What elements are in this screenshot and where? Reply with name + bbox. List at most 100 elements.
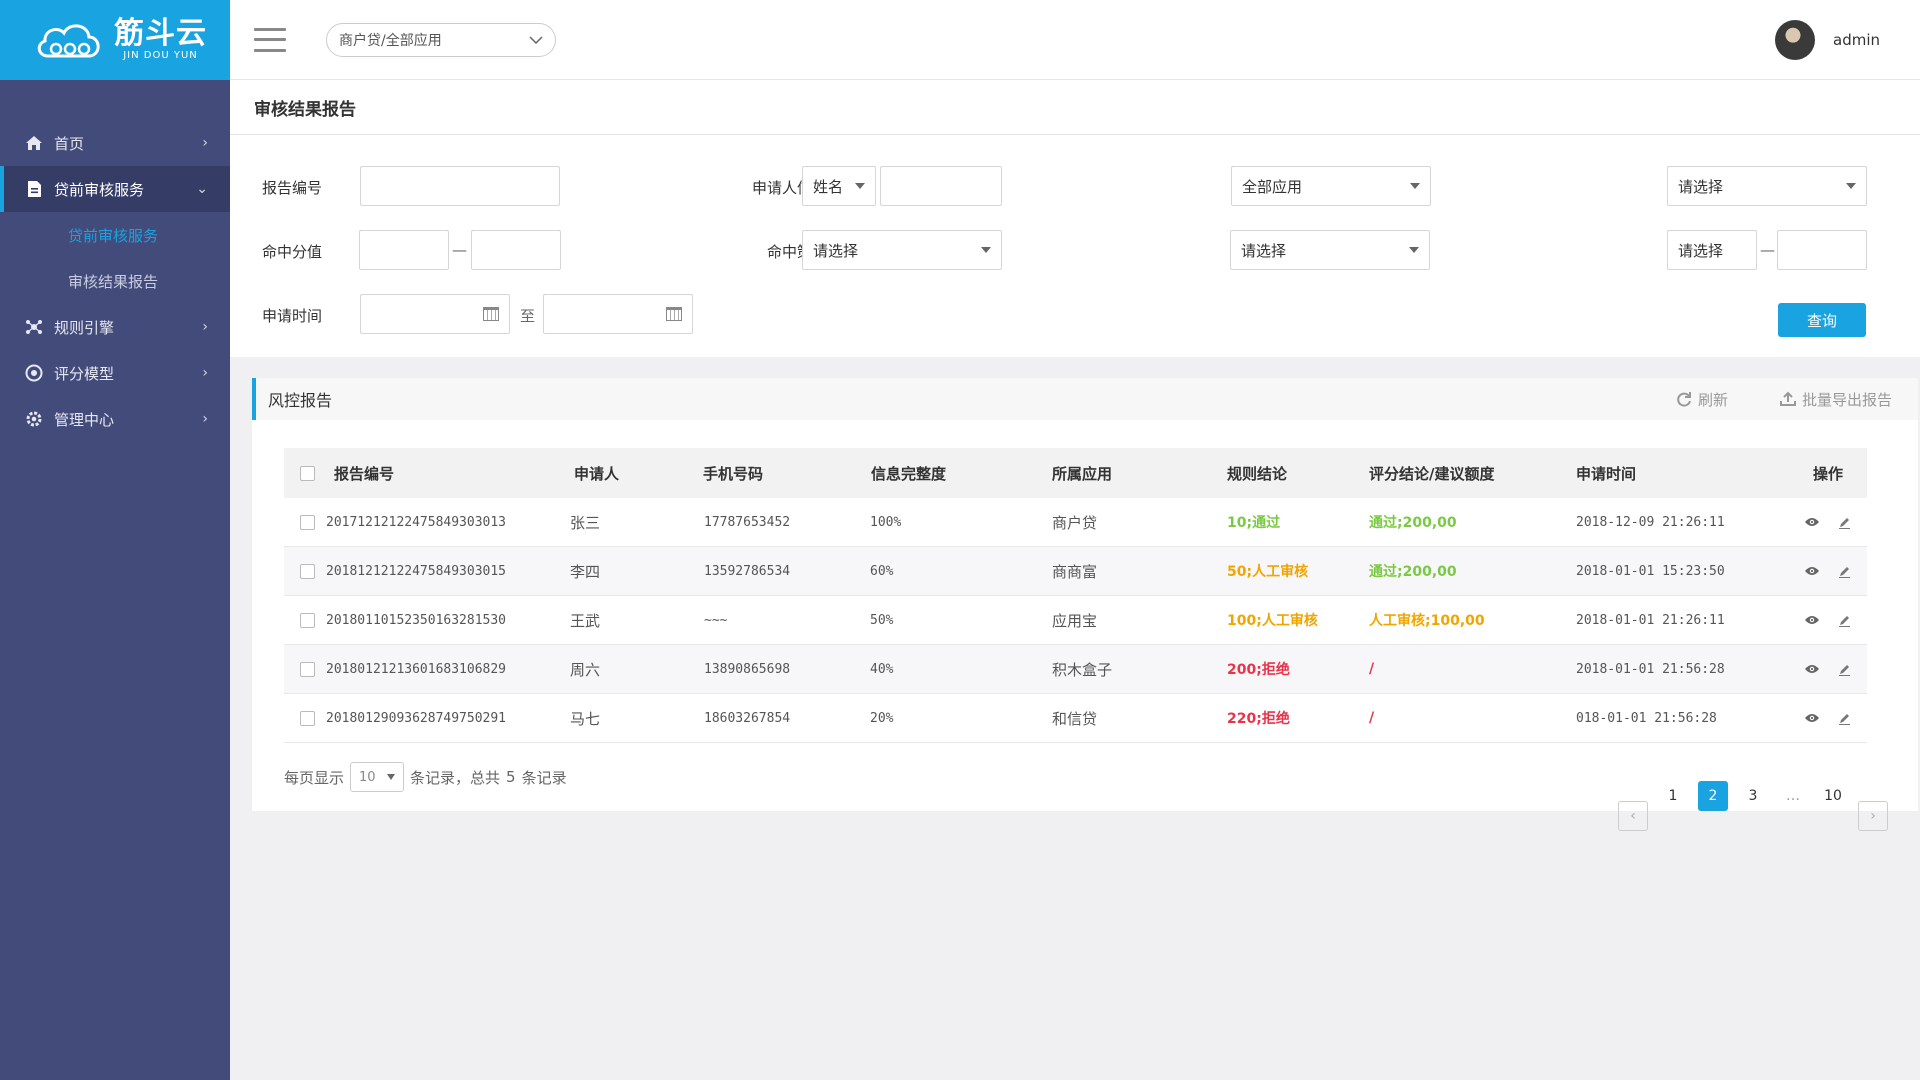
date-start-input[interactable]: [360, 294, 510, 334]
page-size-info: 每页显示 10 条记录，总共 5 条记录: [284, 762, 567, 792]
cell-score-limit: /: [1369, 661, 1375, 677]
sidebar-item-label: 贷前审核服务: [54, 180, 145, 199]
col-report-no: 报告编号: [334, 464, 395, 483]
calendar-icon[interactable]: [666, 307, 682, 321]
select-all-checkbox[interactable]: [300, 465, 315, 481]
view-eye-icon[interactable]: [1804, 664, 1820, 674]
edit-pencil-icon[interactable]: [1838, 712, 1851, 725]
main-content: 审核结果报告 报告编号 申请人信息 姓名 所属应用 全部应用 规则结论 请选择 …: [230, 80, 1920, 1080]
next-page-button[interactable]: ›: [1858, 801, 1888, 831]
chevron-right-icon: ›: [202, 135, 208, 151]
calendar-icon[interactable]: [483, 307, 499, 321]
col-completeness: 信息完整度: [871, 464, 947, 483]
view-eye-icon[interactable]: [1804, 713, 1820, 723]
cell-app: 和信贷: [1052, 709, 1098, 728]
cell-report-no: 20181212122475849303015: [326, 563, 507, 579]
cell-completeness: 50%: [870, 612, 894, 628]
rule-select[interactable]: 请选择: [1667, 166, 1867, 206]
avatar[interactable]: [1775, 19, 1815, 60]
row-checkbox[interactable]: [300, 563, 315, 579]
row-select-cell: [300, 514, 315, 530]
view-eye-icon[interactable]: [1804, 517, 1820, 527]
score-range-dash: —: [452, 241, 467, 259]
app-select[interactable]: 全部应用: [1231, 166, 1431, 206]
edit-pencil-icon[interactable]: [1838, 516, 1851, 529]
menu-toggle-icon[interactable]: [254, 27, 286, 52]
per-page-suffix: 条记录，总共: [410, 768, 501, 787]
row-select-cell: [300, 710, 315, 726]
cloud-logo-icon: [37, 24, 100, 58]
cell-rule: 220;拒绝: [1227, 711, 1290, 727]
date-end-input[interactable]: [543, 294, 693, 334]
score-min-input[interactable]: [359, 230, 449, 270]
page-2[interactable]: 2: [1698, 781, 1728, 811]
strategy-select[interactable]: 请选择: [802, 230, 1002, 270]
row-checkbox[interactable]: [300, 710, 315, 726]
sidebar-item-label: 首页: [54, 134, 85, 153]
prev-page-button[interactable]: ‹: [1618, 801, 1648, 831]
score-conclusion-select[interactable]: 请选择: [1230, 230, 1430, 270]
sidebar-subitem-review-report[interactable]: 审核结果报告: [0, 258, 230, 304]
cell-rule: 50;人工审核: [1227, 564, 1309, 580]
table-row: 20181212122475849303015 李四 13592786534 60% 商…: [284, 547, 1867, 596]
col-time: 申请时间: [1576, 464, 1637, 483]
cell-applicant: 马七: [570, 709, 601, 728]
refresh-icon: [1677, 392, 1691, 407]
query-button[interactable]: 查询: [1778, 303, 1866, 337]
refresh-button[interactable]: 刷新: [1676, 389, 1728, 410]
edit-pencil-icon[interactable]: [1838, 614, 1851, 627]
applicant-input[interactable]: [880, 166, 1002, 206]
view-eye-icon[interactable]: [1804, 615, 1820, 625]
cell-applicant: 周六: [570, 660, 601, 679]
app-scope-value: 商户贷/全部应用: [339, 32, 442, 49]
page-10[interactable]: 10: [1818, 781, 1848, 811]
sidebar-item-score-model[interactable]: 评分模型 ›: [0, 350, 230, 396]
cell-rule: 100;人工审核: [1227, 613, 1318, 629]
report-no-input[interactable]: [360, 166, 560, 206]
sidebar: 筋斗云 JIN DOU YUN 首页 › 贷前审核服务 ⌄ 贷前审核服务 审核结…: [0, 0, 230, 1080]
app-scope-select[interactable]: 商户贷/全部应用: [326, 22, 556, 57]
cell-completeness: 60%: [870, 563, 894, 579]
sidebar-item-preloan-review[interactable]: 贷前审核服务 ⌄: [0, 166, 230, 212]
sidebar-item-admin-center[interactable]: 管理中心 ›: [0, 396, 230, 442]
filter-form: 报告编号 申请人信息 姓名 所属应用 全部应用 规则结论 请选择 命中分值 — …: [230, 135, 1920, 357]
username: admin: [1833, 30, 1880, 49]
limit-select[interactable]: 请选择: [1667, 230, 1757, 270]
row-checkbox[interactable]: [300, 514, 315, 530]
sidebar-item-home[interactable]: 首页 ›: [0, 120, 230, 166]
chevron-right-icon: ›: [202, 411, 208, 427]
page-1[interactable]: 1: [1658, 781, 1688, 811]
row-checkbox[interactable]: [300, 612, 315, 628]
col-applicant: 申请人: [574, 464, 620, 483]
gear-icon: [24, 409, 44, 429]
edit-pencil-icon[interactable]: [1838, 565, 1851, 578]
sidebar-item-rule-engine[interactable]: 规则引擎 ›: [0, 304, 230, 350]
batch-export-button[interactable]: 批量导出报告: [1779, 389, 1892, 410]
rule-select-value: 请选择: [1678, 177, 1724, 196]
cell-time: 018-01-01 21:56:28: [1576, 710, 1717, 726]
score-conclusion-value: 请选择: [1241, 241, 1287, 260]
limit-input[interactable]: [1777, 230, 1867, 270]
page-size-select[interactable]: 10: [350, 762, 405, 792]
score-max-input[interactable]: [471, 230, 561, 270]
user-menu[interactable]: admin: [1775, 19, 1880, 60]
row-actions: [1804, 663, 1851, 676]
view-eye-icon[interactable]: [1804, 566, 1820, 576]
chevron-right-icon: ›: [202, 319, 208, 335]
cell-phone: 13592786534: [704, 563, 791, 579]
date-range-to: 至: [520, 307, 536, 325]
page-3[interactable]: 3: [1738, 781, 1768, 811]
row-checkbox[interactable]: [300, 661, 315, 677]
brand-logo[interactable]: 筋斗云 JIN DOU YUN: [0, 0, 230, 80]
edit-pencil-icon[interactable]: [1838, 663, 1851, 676]
col-app: 所属应用: [1052, 464, 1113, 483]
page-title: 审核结果报告: [230, 80, 1920, 135]
col-actions: 操作: [1813, 464, 1844, 483]
table-row: 20180129093628749750291 马七 18603267854 20% 和…: [284, 694, 1867, 743]
cell-phone: 13890865698: [704, 661, 791, 677]
applicant-type-value: 姓名: [813, 177, 844, 196]
sidebar-item-label: 评分模型: [54, 364, 115, 383]
row-actions: [1804, 516, 1851, 529]
applicant-type-select[interactable]: 姓名: [802, 166, 876, 206]
sidebar-subitem-preloan-review[interactable]: 贷前审核服务: [0, 212, 230, 258]
